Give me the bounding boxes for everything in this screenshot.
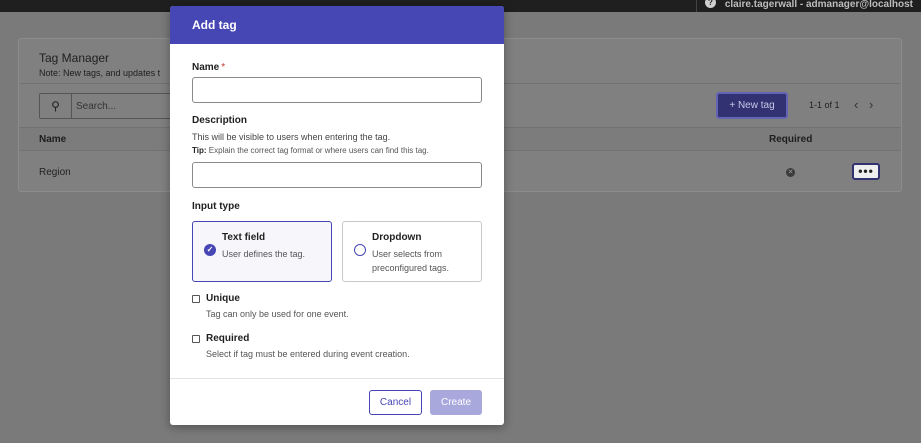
option-title: Dropdown bbox=[372, 232, 422, 243]
option-text-field[interactable]: ✓ Text field User defines the tag. bbox=[192, 221, 332, 282]
cancel-button[interactable]: Cancel bbox=[369, 390, 422, 415]
description-tip: Tip: Explain the correct tag format or w… bbox=[192, 146, 429, 155]
tag-name-cell: Region bbox=[39, 167, 71, 178]
radio-checked-icon[interactable]: ✓ bbox=[204, 244, 216, 256]
option-dropdown[interactable]: Dropdown User selects from preconfigured… bbox=[342, 221, 482, 282]
more-actions-button[interactable]: ••• bbox=[852, 163, 880, 180]
name-input[interactable] bbox=[192, 77, 482, 103]
chevron-right-icon[interactable]: › bbox=[869, 97, 873, 112]
description-help: This will be visible to users when enter… bbox=[192, 132, 391, 142]
tag-manager-note: Note: New tags, and updates t bbox=[39, 68, 161, 78]
name-label-text: Name bbox=[192, 62, 220, 73]
tip-prefix: Tip: bbox=[192, 146, 207, 155]
unique-label[interactable]: Unique bbox=[206, 293, 240, 304]
add-tag-dialog: Add tag Name * Description This will be v… bbox=[170, 6, 504, 425]
dialog-footer: Cancel Create bbox=[170, 378, 504, 425]
create-button[interactable]: Create bbox=[430, 390, 482, 415]
column-header-required[interactable]: Required bbox=[769, 134, 812, 145]
description-label: Description bbox=[192, 115, 248, 126]
option-title: Text field bbox=[222, 232, 266, 243]
user-account-label[interactable]: claire.tagerwall - admanager@localhost bbox=[695, 0, 921, 12]
dialog-title: Add tag bbox=[192, 18, 237, 32]
required-label[interactable]: Required bbox=[206, 333, 249, 344]
radio-unchecked-icon[interactable] bbox=[354, 244, 366, 256]
dialog-header: Add tag bbox=[170, 6, 504, 44]
name-label: Name * bbox=[192, 62, 225, 73]
pagination-label: 1-1 of 1 bbox=[809, 100, 840, 110]
search-box: ⚲ bbox=[39, 93, 189, 119]
column-header-name[interactable]: Name bbox=[39, 134, 66, 145]
not-required-icon: ✕ bbox=[786, 168, 795, 177]
tip-text: Explain the correct tag format or where … bbox=[208, 146, 429, 155]
required-checkbox[interactable] bbox=[192, 335, 200, 343]
input-type-label: Input type bbox=[192, 201, 240, 212]
tag-manager-title: Tag Manager bbox=[39, 51, 110, 65]
required-description: Select if tag must be entered during eve… bbox=[206, 349, 410, 359]
search-icon[interactable]: ⚲ bbox=[40, 94, 72, 118]
option-description: User selects from preconfigured tags. bbox=[372, 249, 450, 273]
description-input[interactable] bbox=[192, 162, 482, 188]
chevron-left-icon[interactable]: ‹ bbox=[854, 97, 858, 112]
unique-description: Tag can only be used for one event. bbox=[206, 309, 349, 319]
new-tag-button[interactable]: + New tag bbox=[716, 92, 788, 119]
option-description: User defines the tag. bbox=[222, 249, 306, 259]
required-marker: * bbox=[221, 62, 226, 73]
unique-checkbox[interactable] bbox=[192, 295, 200, 303]
